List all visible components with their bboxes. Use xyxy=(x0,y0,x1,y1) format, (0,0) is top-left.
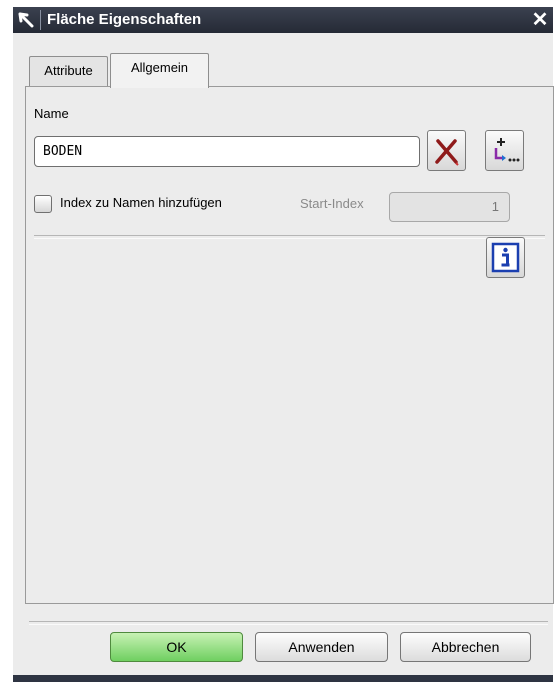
name-field[interactable]: BODEN xyxy=(34,136,420,167)
properties-dialog: Fläche Eigenschaften ✕ Attribute Allgeme… xyxy=(13,7,554,682)
cancel-button[interactable]: Abbrechen xyxy=(400,632,531,662)
window-bottom-edge xyxy=(13,675,553,682)
tab-attribute[interactable]: Attribute xyxy=(29,56,108,88)
info-icon xyxy=(487,242,524,280)
add-increment-icon xyxy=(486,138,523,173)
close-icon[interactable]: ✕ xyxy=(527,7,553,33)
start-index-label: Start-Index xyxy=(300,196,364,211)
increment-name-button[interactable] xyxy=(485,130,524,171)
delete-x-icon xyxy=(428,139,465,173)
start-index-field: 1 xyxy=(389,192,510,222)
tab-allgemein[interactable]: Allgemein xyxy=(110,53,209,88)
info-button[interactable] xyxy=(486,237,525,278)
window-title: Fläche Eigenschaften xyxy=(47,11,202,28)
title-bar[interactable]: Fläche Eigenschaften ✕ xyxy=(13,7,553,33)
apply-button[interactable]: Anwenden xyxy=(255,632,388,662)
name-label: Name xyxy=(34,106,69,121)
divider xyxy=(34,235,545,239)
pointer-arrow-icon xyxy=(18,12,34,28)
ok-button[interactable]: OK xyxy=(110,632,243,662)
add-index-label: Index zu Namen hinzufügen xyxy=(60,195,222,210)
clear-name-button[interactable] xyxy=(427,130,466,171)
title-separator xyxy=(40,10,41,30)
add-index-checkbox[interactable] xyxy=(34,195,52,213)
footer-divider xyxy=(29,621,548,625)
